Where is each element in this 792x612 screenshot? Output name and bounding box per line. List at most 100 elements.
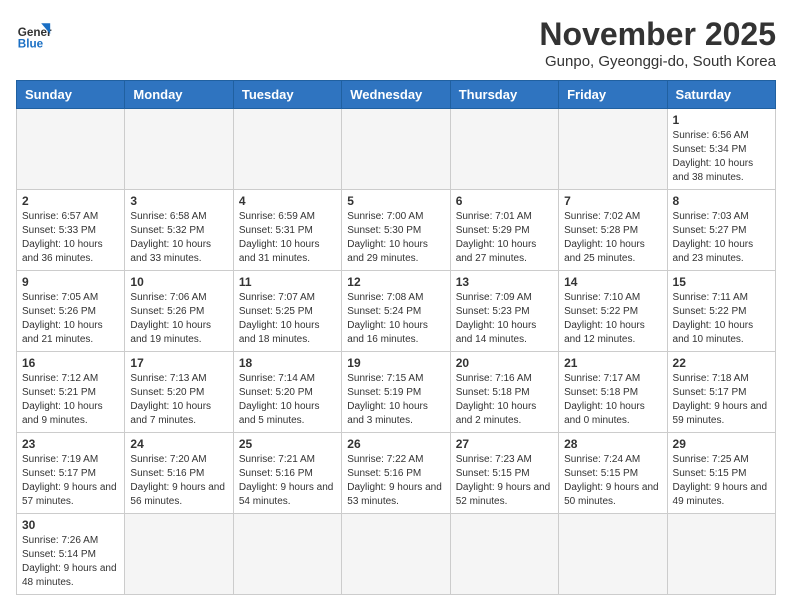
day-number: 4 [239, 194, 336, 208]
calendar-week-row: 9Sunrise: 7:05 AM Sunset: 5:26 PM Daylig… [17, 271, 776, 352]
calendar-cell: 28 Sunrise: 7:24 AM Sunset: 5:15 PM Dayli… [559, 433, 667, 514]
day-number: 8 [673, 194, 770, 208]
day-info: Sunrise: 7:25 AM Sunset: 5:15 PM Dayligh… [673, 453, 770, 509]
day-number: 12 [347, 275, 444, 289]
day-info: Sunrise: 7:15 AM Sunset: 5:19 PM Dayligh… [347, 372, 444, 428]
day-info: Sunrise: 7:05 AM Sunset: 5:26 PM Dayligh… [22, 291, 119, 347]
day-number: 22 [673, 356, 770, 370]
calendar-cell: 23 Sunrise: 7:19 AM Sunset: 5:17 PM Dayli… [17, 433, 125, 514]
day-number: 28 [564, 437, 661, 451]
calendar-cell: 26 Sunrise: 7:22 AM Sunset: 5:16 PM Dayli… [342, 433, 450, 514]
calendar-cell: 27 Sunrise: 7:23 AM Sunset: 5:15 PM Dayli… [450, 433, 558, 514]
logo-icon: General Blue [16, 16, 52, 52]
calendar-cell: 5Sunrise: 7:00 AM Sunset: 5:30 PM Daylig… [342, 190, 450, 271]
calendar-cell: 20 Sunrise: 7:16 AM Sunset: 5:18 PM Dayli… [450, 352, 558, 433]
calendar-cell: 22 Sunrise: 7:18 AM Sunset: 5:17 PM Dayli… [667, 352, 775, 433]
calendar-cell: 18 Sunrise: 7:14 AM Sunset: 5:20 PM Dayli… [233, 352, 341, 433]
calendar-cell: 9Sunrise: 7:05 AM Sunset: 5:26 PM Daylig… [17, 271, 125, 352]
day-info: Sunrise: 7:19 AM Sunset: 5:17 PM Dayligh… [22, 453, 119, 509]
day-info: Sunrise: 7:24 AM Sunset: 5:15 PM Dayligh… [564, 453, 661, 509]
day-number: 21 [564, 356, 661, 370]
calendar-cell: 4Sunrise: 6:59 AM Sunset: 5:31 PM Daylig… [233, 190, 341, 271]
day-number: 15 [673, 275, 770, 289]
calendar-cell [342, 109, 450, 190]
day-info: Sunrise: 7:13 AM Sunset: 5:20 PM Dayligh… [130, 372, 227, 428]
calendar-cell: 3Sunrise: 6:58 AM Sunset: 5:32 PM Daylig… [125, 190, 233, 271]
day-info: Sunrise: 7:14 AM Sunset: 5:20 PM Dayligh… [239, 372, 336, 428]
calendar-week-row: 23 Sunrise: 7:19 AM Sunset: 5:17 PM Dayli… [17, 433, 776, 514]
day-number: 2 [22, 194, 119, 208]
day-number: 6 [456, 194, 553, 208]
day-info: Sunrise: 7:09 AM Sunset: 5:23 PM Dayligh… [456, 291, 553, 347]
calendar-cell: 25 Sunrise: 7:21 AM Sunset: 5:16 PM Dayli… [233, 433, 341, 514]
calendar-cell [125, 109, 233, 190]
day-info: Sunrise: 7:22 AM Sunset: 5:16 PM Dayligh… [347, 453, 444, 509]
calendar-cell: 13 Sunrise: 7:09 AM Sunset: 5:23 PM Dayli… [450, 271, 558, 352]
calendar-cell [559, 109, 667, 190]
calendar-cell: 19 Sunrise: 7:15 AM Sunset: 5:19 PM Dayli… [342, 352, 450, 433]
calendar-cell: 14 Sunrise: 7:10 AM Sunset: 5:22 PM Dayli… [559, 271, 667, 352]
day-number: 20 [456, 356, 553, 370]
day-info: Sunrise: 7:18 AM Sunset: 5:17 PM Dayligh… [673, 372, 770, 428]
day-number: 19 [347, 356, 444, 370]
calendar-cell: 12 Sunrise: 7:08 AM Sunset: 5:24 PM Dayli… [342, 271, 450, 352]
day-info: Sunrise: 6:56 AM Sunset: 5:34 PM Dayligh… [673, 129, 770, 185]
day-info: Sunrise: 7:11 AM Sunset: 5:22 PM Dayligh… [673, 291, 770, 347]
day-info: Sunrise: 6:58 AM Sunset: 5:32 PM Dayligh… [130, 210, 227, 266]
day-number: 7 [564, 194, 661, 208]
day-number: 13 [456, 275, 553, 289]
weekday-header-sunday: Sunday [17, 81, 125, 109]
calendar-subtitle: Gunpo, Gyeonggi-do, South Korea [539, 53, 776, 70]
calendar-cell: 1 Sunrise: 6:56 AM Sunset: 5:34 PM Daylig… [667, 109, 775, 190]
day-number: 17 [130, 356, 227, 370]
calendar-cell [17, 109, 125, 190]
calendar-cell: 17 Sunrise: 7:13 AM Sunset: 5:20 PM Dayli… [125, 352, 233, 433]
day-number: 10 [130, 275, 227, 289]
day-number: 30 [22, 518, 119, 532]
weekday-header-row: SundayMondayTuesdayWednesdayThursdayFrid… [17, 81, 776, 109]
weekday-header-tuesday: Tuesday [233, 81, 341, 109]
day-info: Sunrise: 7:07 AM Sunset: 5:25 PM Dayligh… [239, 291, 336, 347]
weekday-header-saturday: Saturday [667, 81, 775, 109]
day-info: Sunrise: 7:21 AM Sunset: 5:16 PM Dayligh… [239, 453, 336, 509]
day-number: 25 [239, 437, 336, 451]
calendar-cell: 21Sunrise: 7:17 AM Sunset: 5:18 PM Dayli… [559, 352, 667, 433]
day-info: Sunrise: 7:02 AM Sunset: 5:28 PM Dayligh… [564, 210, 661, 266]
day-info: Sunrise: 7:16 AM Sunset: 5:18 PM Dayligh… [456, 372, 553, 428]
day-number: 14 [564, 275, 661, 289]
day-info: Sunrise: 7:06 AM Sunset: 5:26 PM Dayligh… [130, 291, 227, 347]
calendar-cell [450, 514, 558, 595]
calendar-cell: 16Sunrise: 7:12 AM Sunset: 5:21 PM Dayli… [17, 352, 125, 433]
calendar-cell [342, 514, 450, 595]
calendar-week-row: 2Sunrise: 6:57 AM Sunset: 5:33 PM Daylig… [17, 190, 776, 271]
day-info: Sunrise: 7:12 AM Sunset: 5:21 PM Dayligh… [22, 372, 119, 428]
day-number: 5 [347, 194, 444, 208]
calendar-cell: 30Sunrise: 7:26 AM Sunset: 5:14 PM Dayli… [17, 514, 125, 595]
day-info: Sunrise: 7:03 AM Sunset: 5:27 PM Dayligh… [673, 210, 770, 266]
calendar-cell: 24 Sunrise: 7:20 AM Sunset: 5:16 PM Dayli… [125, 433, 233, 514]
calendar-week-row: 16Sunrise: 7:12 AM Sunset: 5:21 PM Dayli… [17, 352, 776, 433]
calendar-cell [450, 109, 558, 190]
day-number: 23 [22, 437, 119, 451]
day-number: 1 [673, 113, 770, 127]
day-number: 27 [456, 437, 553, 451]
calendar-cell: 7 Sunrise: 7:02 AM Sunset: 5:28 PM Daylig… [559, 190, 667, 271]
weekday-header-wednesday: Wednesday [342, 81, 450, 109]
calendar-title: November 2025 [539, 16, 776, 53]
calendar-cell [125, 514, 233, 595]
calendar-cell: 10 Sunrise: 7:06 AM Sunset: 5:26 PM Dayli… [125, 271, 233, 352]
day-number: 26 [347, 437, 444, 451]
calendar-cell: 15 Sunrise: 7:11 AM Sunset: 5:22 PM Dayli… [667, 271, 775, 352]
day-info: Sunrise: 7:01 AM Sunset: 5:29 PM Dayligh… [456, 210, 553, 266]
calendar-cell [233, 109, 341, 190]
day-info: Sunrise: 7:23 AM Sunset: 5:15 PM Dayligh… [456, 453, 553, 509]
day-number: 18 [239, 356, 336, 370]
day-number: 24 [130, 437, 227, 451]
calendar-cell [233, 514, 341, 595]
day-info: Sunrise: 7:08 AM Sunset: 5:24 PM Dayligh… [347, 291, 444, 347]
day-info: Sunrise: 7:10 AM Sunset: 5:22 PM Dayligh… [564, 291, 661, 347]
title-area: November 2025 Gunpo, Gyeonggi-do, South … [539, 16, 776, 70]
calendar-cell [667, 514, 775, 595]
day-info: Sunrise: 7:20 AM Sunset: 5:16 PM Dayligh… [130, 453, 227, 509]
page-header: General Blue November 2025 Gunpo, Gyeong… [16, 16, 776, 70]
